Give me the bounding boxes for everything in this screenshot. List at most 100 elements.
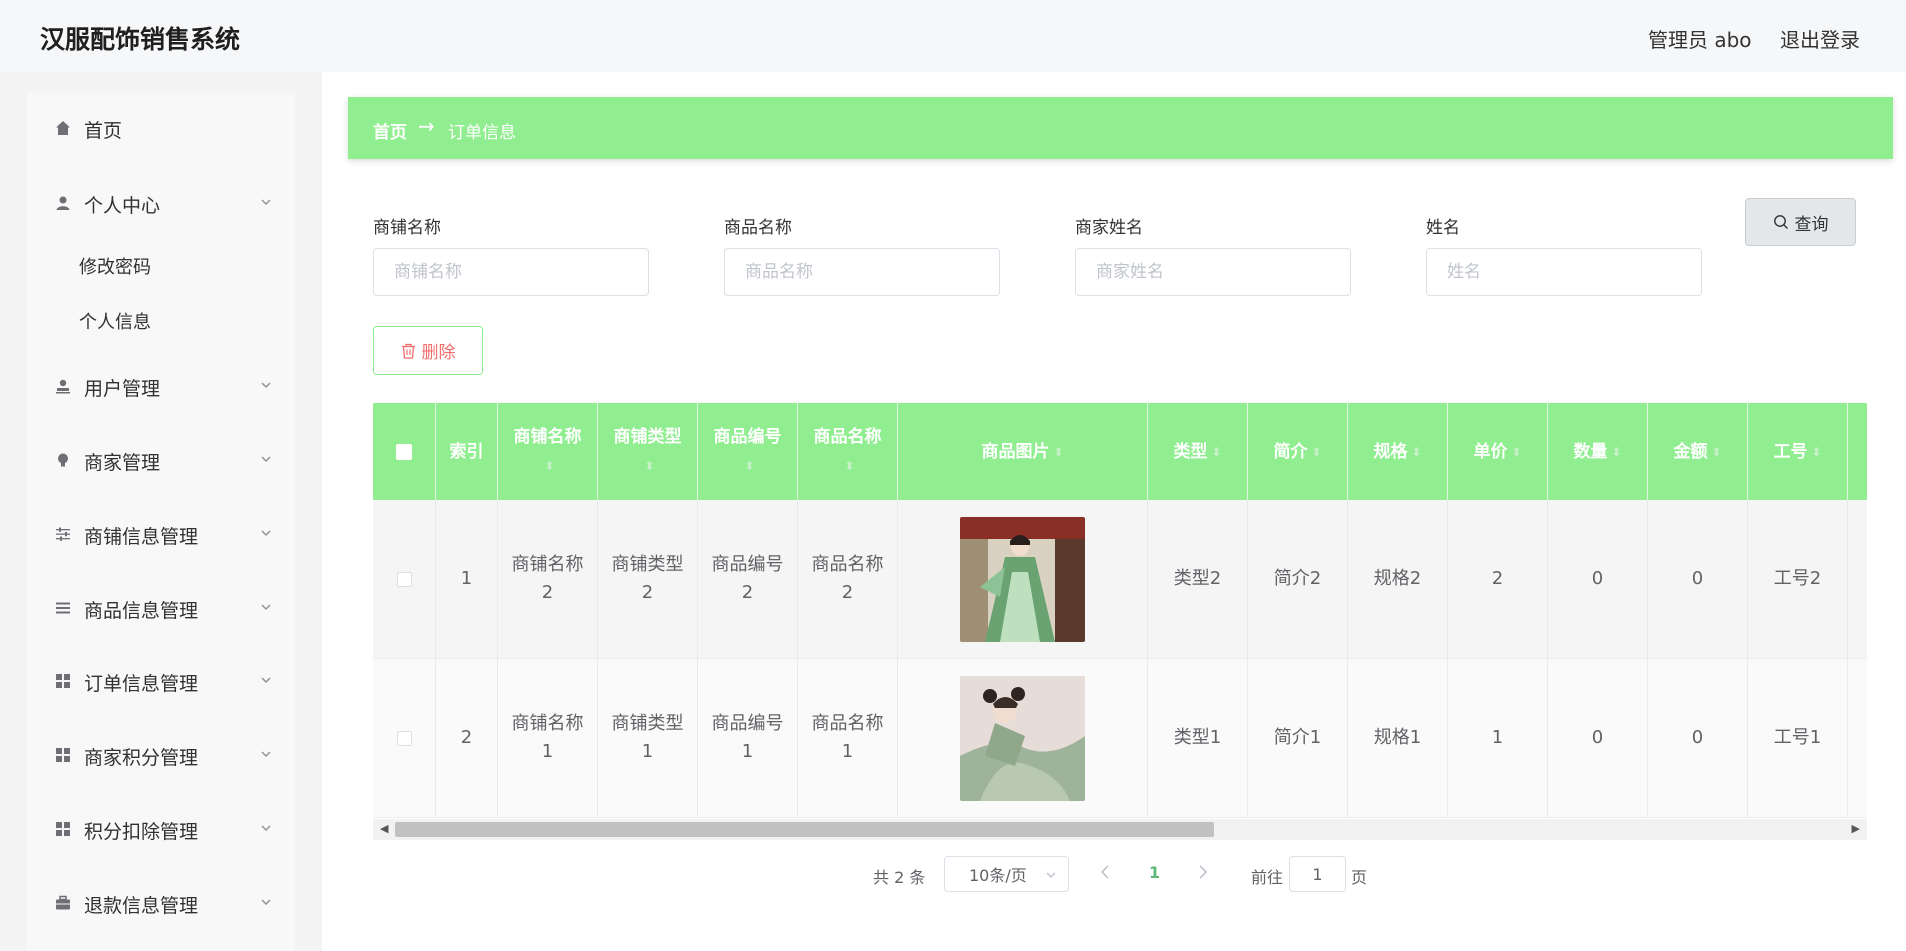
sidebar-item-merchant-management[interactable]: 商家管理 — [27, 432, 295, 488]
sidebar-subitem-change-password[interactable]: 修改密码 — [79, 253, 151, 279]
sort-icon[interactable]: ⬍ — [644, 459, 654, 473]
cell-job-no: 工号2 — [1748, 500, 1848, 659]
merchant-name-input[interactable] — [1075, 248, 1351, 296]
chevron-down-icon — [261, 677, 271, 684]
cell-type: 类型2 — [1148, 500, 1248, 659]
breadcrumb-current: 订单信息 — [448, 123, 516, 143]
search-icon — [1773, 215, 1788, 229]
sidebar-item-points-deduction-management[interactable]: 积分扣除管理 — [27, 801, 295, 857]
table-header-cell-overflow — [1848, 403, 1867, 500]
row-checkbox[interactable] — [396, 730, 412, 746]
cell-product-no: 商品编号 1 — [698, 659, 798, 818]
sort-icon[interactable]: ⬍ — [1711, 438, 1721, 466]
product-image[interactable] — [960, 675, 1085, 801]
sort-icon[interactable]: ⬍ — [544, 459, 554, 473]
sort-icon[interactable]: ⬍ — [1811, 438, 1821, 466]
next-page-icon[interactable] — [1195, 862, 1211, 882]
breadcrumb-home[interactable]: 首页 — [373, 118, 407, 143]
sort-icon[interactable]: ⬍ — [1411, 438, 1421, 466]
table-header-cell[interactable]: 商品名称 ⬍ — [798, 403, 898, 500]
sidebar-item-label: 商品信息管理 — [84, 600, 199, 622]
delete-button[interactable]: 删除 — [373, 326, 483, 375]
name-input[interactable] — [1426, 248, 1702, 296]
table-header-cell[interactable]: 商铺类型 ⬍ — [598, 403, 698, 500]
query-button[interactable]: 查询 — [1745, 198, 1856, 246]
sidebar-item-home[interactable]: 首页 — [27, 100, 295, 156]
table-header-select — [373, 403, 436, 500]
orders-table: 索引 商铺名称 ⬍ 商铺类型 ⬍ 商品编号 ⬍ 商品名称 ⬍ 商品图片 ⬍ 类型 ⬍ 简介 ⬍… — [373, 403, 1867, 819]
sidebar-item-personal-center[interactable]: 个人中心 — [27, 175, 295, 231]
table-header-cell[interactable]: 金额 ⬍ — [1648, 403, 1748, 500]
cell-price: 1 — [1448, 659, 1548, 818]
filter-label-merchant-name: 商家姓名 — [1075, 218, 1143, 238]
sidebar-item-shop-info-management[interactable]: 商铺信息管理 — [27, 506, 295, 562]
product-name-input[interactable] — [724, 248, 1000, 296]
sort-icon[interactable]: ⬍ — [1511, 438, 1521, 466]
sidebar-item-label: 首页 — [84, 120, 123, 142]
cell-type: 类型1 — [1148, 659, 1248, 818]
breadcrumb: 首页 → 订单信息 — [348, 97, 1893, 159]
sort-icon[interactable]: ⬍ — [844, 459, 854, 473]
cell-overflow — [1848, 500, 1867, 659]
row-checkbox[interactable] — [396, 571, 412, 587]
select-all-checkbox[interactable] — [396, 443, 412, 460]
chevron-down-icon — [261, 382, 271, 389]
sidebar: 首页 个人中心 修改密码 个人信息 用户管理 商家管理 商铺信息管理 商品信息管… — [27, 93, 295, 951]
product-image[interactable] — [960, 516, 1085, 642]
table-row: 2 商铺名称 1 商铺类型 1 商品编号 1 商品名称 1 类型1 简介1 规格1 1 … — [373, 659, 1867, 818]
goto-page-input[interactable] — [1289, 856, 1346, 892]
scroll-thumb[interactable] — [395, 822, 1214, 837]
table-header-cell[interactable]: 简介 ⬍ — [1248, 403, 1348, 500]
chevron-down-icon — [261, 530, 271, 537]
sidebar-item-order-info-management[interactable]: 订单信息管理 — [27, 653, 295, 709]
sort-icon[interactable]: ⬍ — [1611, 438, 1621, 466]
cell-qty: 0 — [1548, 659, 1648, 818]
current-user-label: 管理员 abo — [1648, 28, 1752, 52]
grid-icon — [54, 746, 72, 764]
cell-shop-name: 商铺名称 1 — [498, 659, 598, 818]
sort-icon[interactable]: ⬍ — [1311, 438, 1321, 466]
cell-intro: 简介1 — [1248, 659, 1348, 818]
sidebar-subitem-personal-info[interactable]: 个人信息 — [79, 308, 151, 334]
table-header-cell[interactable]: 商品编号 ⬍ — [698, 403, 798, 500]
table-horizontal-scrollbar[interactable]: ◀ ▶ — [373, 819, 1867, 840]
sidebar-item-label: 商铺信息管理 — [84, 526, 199, 548]
sort-icon[interactable]: ⬍ — [1053, 438, 1063, 466]
shop-name-input[interactable] — [373, 248, 649, 296]
chevron-down-icon — [261, 456, 271, 463]
cell-product-name: 商品名称 2 — [798, 500, 898, 659]
table-header-cell[interactable]: 单价 ⬍ — [1448, 403, 1548, 500]
app-title: 汉服配饰销售系统 — [40, 25, 241, 54]
sidebar-item-merchant-points-management[interactable]: 商家积分管理 — [27, 727, 295, 783]
page-number-current[interactable]: 1 — [1149, 863, 1160, 882]
cell-shop-type: 商铺类型 1 — [598, 659, 698, 818]
prev-page-icon[interactable] — [1097, 862, 1113, 882]
page-size-select[interactable]: 10条/页 — [944, 856, 1069, 892]
sort-icon[interactable]: ⬍ — [1211, 438, 1221, 466]
sidebar-item-refund-info-management[interactable]: 退款信息管理 — [27, 875, 295, 931]
cell-spec: 规格1 — [1348, 659, 1448, 818]
table-header-cell[interactable]: 工号 ⬍ — [1748, 403, 1848, 500]
cell-intro: 简介2 — [1248, 500, 1348, 659]
top-bar: 汉服配饰销售系统 管理员 abo 退出登录 — [0, 0, 1906, 72]
cell-amount: 0 — [1648, 659, 1748, 818]
logout-link[interactable]: 退出登录 — [1780, 24, 1860, 53]
sort-icon[interactable]: ⬍ — [744, 459, 754, 473]
chevron-down-icon — [261, 199, 271, 206]
sidebar-item-label: 积分扣除管理 — [84, 821, 199, 843]
row-select-cell — [373, 659, 436, 818]
cell-product-image — [898, 500, 1148, 659]
sidebar-item-user-management[interactable]: 用户管理 — [27, 358, 295, 414]
grid-icon — [54, 672, 72, 690]
table-header-cell[interactable]: 商铺名称 ⬍ — [498, 403, 598, 500]
sidebar-item-label: 退款信息管理 — [84, 895, 199, 917]
scroll-left-arrow-icon[interactable]: ◀ — [380, 822, 388, 835]
sidebar-item-product-info-management[interactable]: 商品信息管理 — [27, 580, 295, 636]
scroll-right-arrow-icon[interactable]: ▶ — [1852, 822, 1860, 835]
query-button-label: 查询 — [1794, 214, 1829, 235]
cell-index: 2 — [436, 659, 498, 818]
table-header-cell[interactable]: 商品图片 ⬍ — [898, 403, 1148, 500]
table-header-cell[interactable]: 规格 ⬍ — [1348, 403, 1448, 500]
table-header-cell[interactable]: 类型 ⬍ — [1148, 403, 1248, 500]
table-header-cell[interactable]: 数量 ⬍ — [1548, 403, 1648, 500]
